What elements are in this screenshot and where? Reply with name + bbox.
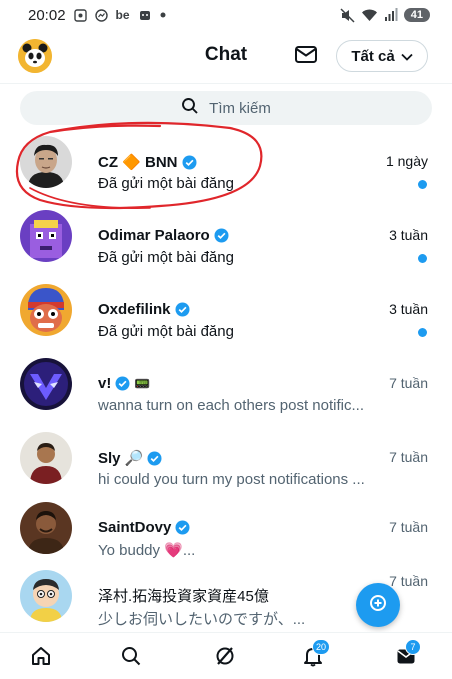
status-bar: 20:02 be 41 xyxy=(0,0,452,30)
verified-badge-icon xyxy=(182,155,197,170)
filter-dropdown[interactable]: Tất cả xyxy=(336,40,428,72)
signal-icon xyxy=(384,8,398,22)
extra-badge: 📟 xyxy=(134,375,151,391)
filter-label: Tất cả xyxy=(351,47,395,65)
chat-name-row: SaintDovy xyxy=(98,519,190,536)
chat-name: 泽村.拓海投資家資産45億 xyxy=(98,588,269,605)
chat-message: Yo buddy 💗... xyxy=(98,542,196,559)
verified-badge-icon xyxy=(147,451,162,466)
chat-message: wanna turn on each others post notific..… xyxy=(98,397,364,414)
chat-name-row: Oxdefilink xyxy=(98,301,190,318)
chat-message: hi could you turn my post notifications … xyxy=(98,471,365,488)
chat-name: SaintDovy xyxy=(98,519,172,536)
chat-name: Odimar Palaoro xyxy=(98,227,210,244)
chat-row[interactable]: Odimar Palaoro 3 tuần Đã gửi một bài đăn… xyxy=(0,204,452,278)
nav-grok[interactable] xyxy=(212,645,238,671)
battery-indicator: 41 xyxy=(403,8,430,22)
wifi-icon xyxy=(361,8,378,22)
app-icon xyxy=(138,8,152,22)
chat-time: 3 tuần xyxy=(389,301,428,317)
nav-notifications[interactable]: 20 xyxy=(300,639,331,671)
chat-row[interactable]: Sly 🔎 7 tuần hi could you turn my post n… xyxy=(0,426,452,500)
chat-row[interactable]: v! 📟 7 tuần wanna turn on each others po… xyxy=(0,352,452,426)
v-avatar xyxy=(20,358,72,410)
verified-badge-icon xyxy=(115,376,130,391)
chat-row[interactable]: SaintDovy 7 tuần Yo buddy 💗... xyxy=(0,500,452,574)
verified-badge-icon xyxy=(214,228,229,243)
nav-home[interactable] xyxy=(28,645,54,671)
verified-badge-icon xyxy=(175,302,190,317)
screenshot-icon xyxy=(73,8,87,22)
chat-message: Đã gửi một bài đăng xyxy=(98,175,234,192)
grok-icon xyxy=(214,645,236,672)
sly-avatar xyxy=(20,432,72,484)
chat-name-row: CZ 🔶 BNN xyxy=(98,153,197,171)
dot-icon xyxy=(160,12,166,18)
saintdovy-avatar xyxy=(20,502,72,554)
cz-avatar xyxy=(20,136,72,188)
nav-messages[interactable]: 7 xyxy=(393,639,421,671)
profile-avatar[interactable] xyxy=(18,39,52,73)
search-input[interactable]: Tìm kiếm xyxy=(20,91,432,125)
header-divider xyxy=(0,83,452,84)
chat-name-row: Odimar Palaoro xyxy=(98,227,229,244)
chat-name-row: v! 📟 xyxy=(98,375,151,392)
search-placeholder: Tìm kiếm xyxy=(209,99,271,117)
chat-row[interactable]: Oxdefilink 3 tuần Đã gửi một bài đăng xyxy=(0,278,452,352)
chat-time: 1 ngày xyxy=(385,153,428,169)
unread-dot-icon xyxy=(418,180,427,189)
verified-badge-icon xyxy=(175,520,190,535)
chat-name-row: 泽村.拓海投資家資産45億 xyxy=(98,585,269,606)
nav-search[interactable] xyxy=(118,645,144,671)
messenger-icon xyxy=(94,8,108,22)
chevron-down-icon xyxy=(401,48,413,65)
zecun-avatar xyxy=(20,570,72,622)
unread-dot-icon xyxy=(418,328,427,337)
chat-time: 7 tuần xyxy=(389,519,428,535)
chat-name: CZ 🔶 BNN xyxy=(98,154,178,171)
chat-name: v! xyxy=(98,375,112,392)
chat-message: Đã gửi một bài đăng xyxy=(98,249,234,266)
chat-time: 7 tuần xyxy=(389,375,428,391)
chat-time: 3 tuần xyxy=(389,227,428,243)
search-icon xyxy=(181,97,199,120)
unread-dot-icon xyxy=(418,254,427,263)
chat-row[interactable]: CZ 🔶 BNN 1 ngày Đã gửi một bài đăng xyxy=(0,130,452,204)
bottom-nav: 20 7 xyxy=(0,632,452,679)
status-time: 20:02 xyxy=(28,6,66,24)
mute-icon xyxy=(340,7,355,23)
chat-name: Oxdefilink xyxy=(98,301,171,318)
home-icon xyxy=(30,645,52,672)
new-message-icon[interactable] xyxy=(294,44,318,66)
chat-name-row: Sly 🔎 xyxy=(98,449,162,467)
new-chat-button[interactable] xyxy=(356,583,400,627)
messages-badge: 7 xyxy=(405,639,421,655)
app-header: Chat Tất cả xyxy=(0,32,452,80)
search-icon xyxy=(120,645,142,672)
add-message-icon xyxy=(367,592,389,619)
chat-message: Đã gửi một bài đăng xyxy=(98,323,234,340)
be-app-icon: be xyxy=(115,8,130,22)
odimar-avatar xyxy=(20,210,72,262)
chat-time: 7 tuần xyxy=(389,449,428,465)
notifications-badge: 20 xyxy=(312,639,331,655)
oxdefilink-avatar xyxy=(20,284,72,336)
chat-time: 7 tuần xyxy=(389,573,428,589)
chat-message: 少しお伺いしたいのですが、... xyxy=(98,611,306,628)
chat-name: Sly 🔎 xyxy=(98,450,144,467)
